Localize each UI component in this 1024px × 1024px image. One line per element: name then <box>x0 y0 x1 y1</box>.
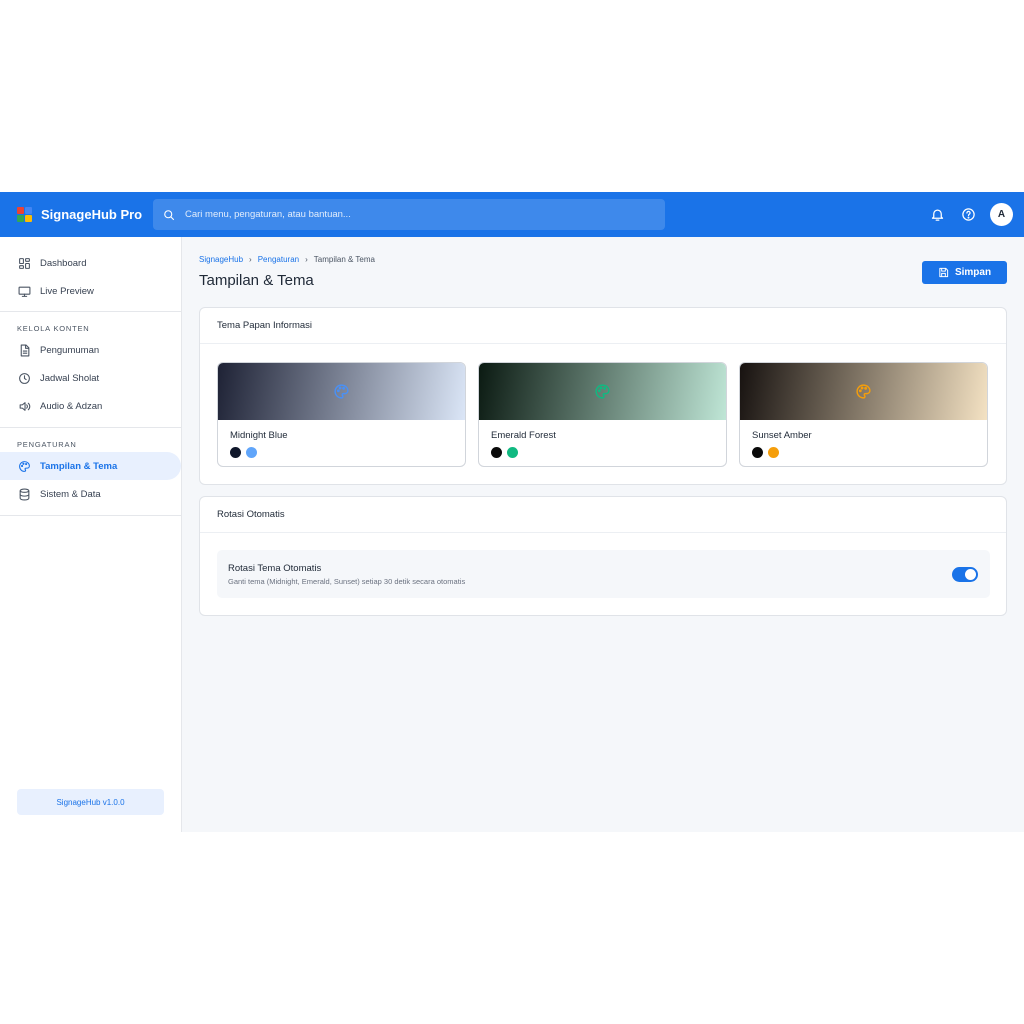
clock-icon <box>19 372 30 384</box>
sidebar-divider <box>0 311 181 312</box>
color-swatch <box>230 447 241 458</box>
sidebar-item-jadwal-sholat[interactable]: Jadwal Sholat <box>0 364 181 392</box>
sidebar-item-audio-adzan[interactable]: Audio & Adzan <box>0 392 181 420</box>
sidebar-item-label: Live Preview <box>40 285 94 297</box>
search-icon <box>164 209 175 220</box>
monitor-icon <box>18 286 31 297</box>
sidebar-item-tampilan-tema[interactable]: Tampilan & Tema <box>0 452 181 480</box>
themes-card-title: Tema Papan Informasi <box>200 308 1006 344</box>
brand[interactable]: SignageHub Pro <box>17 207 153 222</box>
breadcrumb-separator: › <box>249 255 252 264</box>
theme-preview <box>740 363 987 420</box>
theme-swatches <box>230 447 257 458</box>
auto-rotation-setting: Rotasi Tema Otomatis Ganti tema (Midnigh… <box>217 550 990 598</box>
sidebar-item-label: Pengumuman <box>40 344 100 356</box>
toggle-knob <box>965 569 976 580</box>
save-button-label: Simpan <box>954 267 992 278</box>
auto-rotation-toggle[interactable] <box>952 567 978 582</box>
bell-icon[interactable] <box>928 205 947 224</box>
themes-card: Tema Papan Informasi Midnight Blue Emera… <box>199 307 1007 485</box>
rotation-card: Rotasi Otomatis Rotasi Tema Otomatis Gan… <box>199 496 1007 616</box>
section-label-content: KELOLA KONTEN <box>17 324 90 333</box>
app-name: SignageHub Pro <box>41 207 143 222</box>
sidebar-item-label: Audio & Adzan <box>40 400 103 412</box>
sidebar-item-label: Tampilan & Tema <box>40 460 118 472</box>
sidebar-item-sistem-data[interactable]: Sistem & Data <box>0 480 181 508</box>
color-swatch <box>246 447 257 458</box>
breadcrumb-separator: › <box>305 255 308 264</box>
theme-name: Emerald Forest <box>491 430 556 441</box>
color-swatch <box>752 447 763 458</box>
sidebar-item-label: Sistem & Data <box>40 488 101 500</box>
sidebar-item-label: Dashboard <box>40 257 87 269</box>
theme-preview <box>479 363 726 420</box>
sidebar-item-live-preview[interactable]: Live Preview <box>0 277 181 305</box>
version-badge: SignageHub v1.0.0 <box>17 789 164 815</box>
app-logo-icon <box>17 207 32 222</box>
palette-icon <box>856 384 871 399</box>
palette-icon <box>595 384 610 399</box>
palette-icon <box>19 460 30 472</box>
help-icon[interactable] <box>959 205 978 224</box>
save-button[interactable]: Simpan <box>922 261 1007 284</box>
top-bar: SignageHub Pro A <box>0 192 1024 237</box>
document-icon <box>20 344 30 356</box>
breadcrumb-link-home[interactable]: SignageHub <box>199 255 243 264</box>
database-icon <box>19 488 30 500</box>
color-swatch <box>768 447 779 458</box>
save-icon <box>939 267 949 278</box>
theme-preview <box>218 363 465 420</box>
palette-icon <box>334 384 349 399</box>
main-content: SignageHub › Pengaturan › Tampilan & Tem… <box>182 237 1024 832</box>
color-swatch <box>507 447 518 458</box>
breadcrumb-current: Tampilan & Tema <box>313 255 375 264</box>
top-actions: A <box>928 203 1013 226</box>
sidebar: Dashboard Live Preview KELOLA KONTEN Pen… <box>0 237 182 832</box>
setting-title: Rotasi Tema Otomatis <box>228 563 322 574</box>
theme-swatches <box>491 447 518 458</box>
theme-option-sunset-amber[interactable]: Sunset Amber <box>739 362 988 467</box>
breadcrumb-link-settings[interactable]: Pengaturan <box>258 255 299 264</box>
page-title: Tampilan & Tema <box>199 272 314 289</box>
theme-name: Midnight Blue <box>230 430 288 441</box>
sidebar-item-pengumuman[interactable]: Pengumuman <box>0 336 181 364</box>
breadcrumb: SignageHub › Pengaturan › Tampilan & Tem… <box>199 255 375 264</box>
speaker-icon <box>19 401 31 411</box>
theme-name: Sunset Amber <box>752 430 812 441</box>
search-input[interactable] <box>185 209 645 220</box>
dashboard-icon <box>19 257 30 269</box>
avatar[interactable]: A <box>990 203 1013 226</box>
app-frame: SignageHub Pro A Dashboard Live Preview … <box>0 192 1024 832</box>
theme-option-midnight-blue[interactable]: Midnight Blue <box>217 362 466 467</box>
sidebar-divider <box>0 515 181 516</box>
search-bar[interactable] <box>153 199 665 230</box>
theme-option-emerald-forest[interactable]: Emerald Forest <box>478 362 727 467</box>
setting-description: Ganti tema (Midnight, Emerald, Sunset) s… <box>228 577 466 586</box>
rotation-card-title: Rotasi Otomatis <box>200 497 1006 533</box>
theme-swatches <box>752 447 779 458</box>
section-label-settings: PENGATURAN <box>17 440 77 449</box>
sidebar-divider <box>0 427 181 428</box>
sidebar-item-label: Jadwal Sholat <box>40 372 100 384</box>
sidebar-item-dashboard[interactable]: Dashboard <box>0 249 181 277</box>
color-swatch <box>491 447 502 458</box>
